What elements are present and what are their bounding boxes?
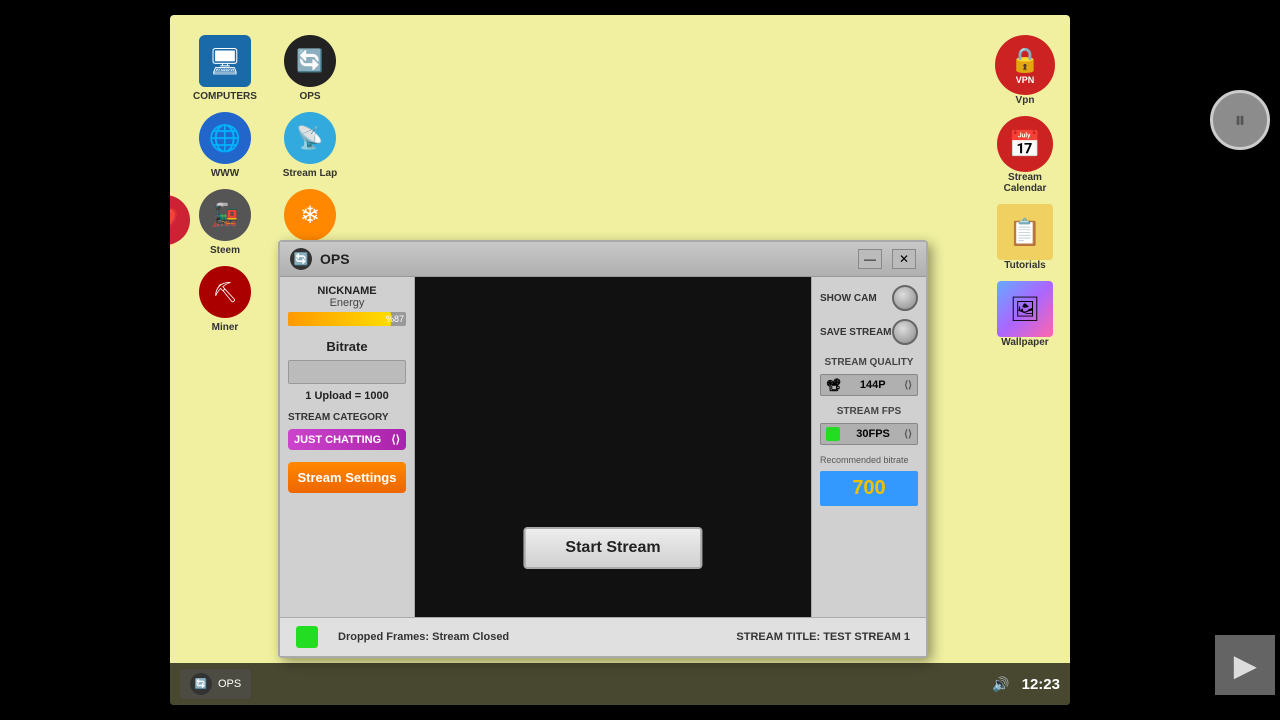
stream-calendar-label: Stream Calendar [990, 172, 1060, 194]
computers-icon[interactable]: 🖥 COMPUTERS [190, 35, 260, 102]
ops-window-title: OPS [320, 251, 848, 267]
icon-row-1: 🖥 COMPUTERS 🔄 OPS [190, 35, 345, 102]
taskbar-ops-label: OPS [218, 678, 241, 690]
tutorials-label: Tutorials [1004, 260, 1045, 271]
www-icon[interactable]: 🌐 WWW [190, 112, 260, 179]
fps-arrows: ⟨⟩ [904, 429, 912, 440]
streamlap-icon[interactable]: 📡 Stream Lap [275, 112, 345, 179]
vpn-label: Vpn [1016, 95, 1035, 106]
fps-value: 30FPS [856, 428, 890, 440]
taskbar-right: 🔊 12:23 [992, 676, 1060, 693]
minimize-button[interactable]: — [858, 249, 882, 269]
fps-dropdown[interactable]: 30FPS ⟨⟩ [820, 423, 918, 445]
ops-icon[interactable]: 🔄 OPS [275, 35, 345, 102]
tutorial-folder-icon: 📋 [997, 204, 1053, 260]
taskbar-ops-item[interactable]: 🔄 OPS [180, 669, 251, 699]
taskbar-ops-icon: 🔄 [190, 673, 212, 695]
stream-category-label: STREAM CATEGORY [288, 412, 406, 423]
bitrate-value: 700 [820, 471, 918, 506]
stream-quality-label: STREAM QUALITY [820, 357, 918, 368]
ops-titlebar: 🔄 OPS — ✕ [280, 242, 926, 277]
www-label: WWW [211, 168, 239, 179]
show-cam-row: SHOW CAM [820, 285, 918, 311]
taskbar: 🔄 OPS 🔊 12:23 [170, 663, 1070, 705]
ops-right-panel: SHOW CAM SAVE STREAM STREAM QUALITY 📽 14… [811, 277, 926, 617]
quality-arrows: ⟨⟩ [904, 380, 912, 391]
calendar-icon: 📅 [997, 116, 1053, 172]
quality-dropdown[interactable]: 📽 144P ⟨⟩ [820, 374, 918, 396]
pause-icon: ⏸ [1234, 107, 1245, 133]
category-arrows: ⟨⟩ [391, 433, 400, 446]
save-stream-label: SAVE STREAM [820, 327, 892, 338]
streamlap-label: Stream Lap [283, 168, 337, 179]
ops-label: OPS [299, 91, 320, 102]
nickname-label: NICKNAME [288, 285, 406, 297]
recommended-bitrate-label: Recommended bitrate [820, 455, 918, 465]
desktop-screen: 🖥 COMPUTERS 🔄 OPS 🌐 WWW 📡 Stream Lap 🚂 S… [170, 15, 1070, 705]
right-icons: 🔒 VPN Vpn 📅 Stream Calendar 📋 Tutorials … [990, 35, 1060, 348]
show-cam-label: SHOW CAM [820, 293, 877, 304]
bitrate-bar [288, 360, 406, 384]
minecraft-icon[interactable]: ⛏ Miner [190, 266, 260, 333]
exit-arrow-icon: ▶ [1234, 649, 1256, 682]
stream-calendar-icon[interactable]: 📅 Stream Calendar [990, 116, 1060, 194]
nickname-section: NICKNAME Energy %87 [288, 285, 406, 329]
start-stream-button[interactable]: Start Stream [523, 527, 702, 569]
volume-icon[interactable]: 🔊 [992, 676, 1009, 693]
wallpaper-label: Wallpaper [1001, 337, 1048, 348]
computers-label: COMPUTERS [193, 91, 257, 102]
icon-row-2: 🌐 WWW 📡 Stream Lap [190, 112, 345, 179]
tutorials-icon[interactable]: 📋 Tutorials [990, 204, 1060, 271]
dropped-frames-text: Dropped Frames: Stream Closed [338, 631, 509, 643]
health-icon: ❤️ [170, 195, 190, 245]
bitrate-label: Bitrate [288, 339, 406, 354]
stream-title-text: STREAM TITLE: TEST STREAM 1 [736, 631, 910, 643]
close-button[interactable]: ✕ [892, 249, 916, 269]
pause-button[interactable]: ⏸ [1210, 90, 1270, 150]
steam-label: Steem [210, 245, 240, 256]
stream-title-value: TEST STREAM 1 [823, 631, 910, 643]
nickname-value: Energy [288, 297, 406, 309]
exit-button[interactable]: ▶ [1215, 635, 1275, 695]
wallpaper-desktop-icon[interactable]: 🖼 Wallpaper [990, 281, 1060, 348]
wallpaper-icon: 🖼 [997, 281, 1053, 337]
vpn-desktop-icon[interactable]: 🔒 VPN Vpn [990, 35, 1060, 106]
steam-icon[interactable]: 🚂 Steem [190, 189, 260, 256]
energy-percent: %87 [386, 312, 404, 326]
ops-body: NICKNAME Energy %87 Bitrate 1 Upload = 1… [280, 277, 926, 617]
stream-preview: Start Stream [415, 277, 811, 617]
status-dot [296, 626, 318, 648]
ops-left-panel: NICKNAME Energy %87 Bitrate 1 Upload = 1… [280, 277, 415, 617]
show-cam-toggle[interactable] [892, 285, 918, 311]
vpn-icon: 🔒 VPN [995, 35, 1055, 95]
stream-fps-label: STREAM FPS [820, 406, 918, 417]
clock: 12:23 [1022, 676, 1060, 693]
category-value: JUST CHATTING [294, 434, 381, 446]
upload-text: 1 Upload = 1000 [288, 390, 406, 402]
stream-settings-button[interactable]: Stream Settings [288, 462, 406, 493]
stream-title-label: STREAM TITLE: [736, 631, 820, 643]
quality-value: 144P [860, 379, 886, 391]
ops-titlebar-icon: 🔄 [290, 248, 312, 270]
save-stream-toggle[interactable] [892, 319, 918, 345]
ops-window: 🔄 OPS — ✕ NICKNAME Energy %87 Bitrate 1 [278, 240, 928, 658]
save-stream-row: SAVE STREAM [820, 319, 918, 345]
ops-bottom-bar: Dropped Frames: Stream Closed STREAM TIT… [280, 617, 926, 656]
energy-bar-container: %87 [288, 312, 406, 326]
category-select[interactable]: JUST CHATTING ⟨⟩ [288, 429, 406, 450]
energy-bar [288, 312, 391, 326]
minecraft-label: Miner [212, 322, 239, 333]
